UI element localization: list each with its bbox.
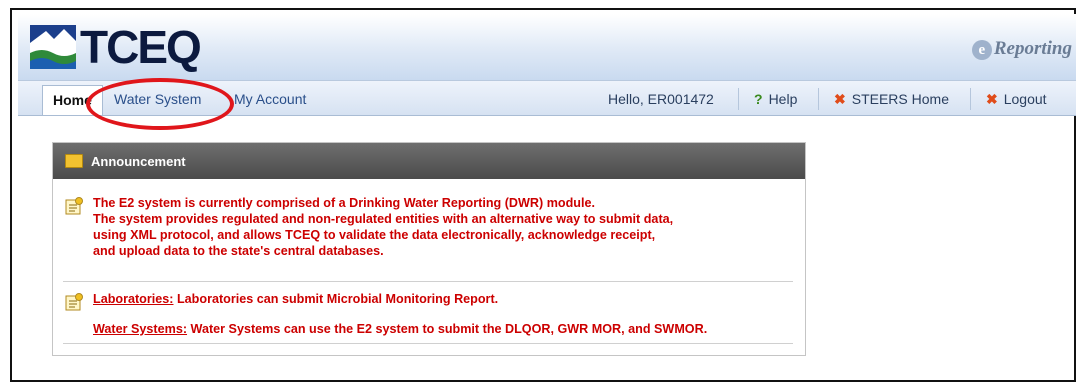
water-systems-text: Water Systems can use the E2 system to s…	[187, 322, 708, 336]
e2-reporting-brand: e Reporting	[971, 38, 1072, 60]
help-question-icon: ?	[754, 91, 763, 107]
section-divider	[63, 281, 793, 282]
announcement-title: Announcement	[91, 153, 186, 169]
laboratories-text: Laboratories can submit Microbial Monito…	[173, 292, 499, 306]
logo-text: TCEQ	[80, 21, 202, 73]
brand-text: Reporting	[993, 38, 1072, 59]
nav-divider	[970, 88, 971, 110]
folder-icon	[65, 154, 83, 168]
laboratories-link[interactable]: Laboratories:	[93, 292, 173, 306]
intro-line: and upload data to the state's central d…	[93, 244, 384, 258]
intro-line: using XML protocol, and allows TCEQ to v…	[93, 228, 656, 242]
announcement-panel: Announcement The E2 system is currently …	[52, 142, 806, 356]
nav-divider	[738, 88, 739, 110]
laboratories-item: Laboratories: Laboratories can submit Mi…	[93, 291, 707, 307]
steers-home-label: STEERS Home	[851, 91, 949, 107]
help-label: Help	[768, 91, 798, 107]
intro-line: The system provides regulated and non-re…	[93, 212, 674, 226]
water-systems-link[interactable]: Water Systems:	[93, 322, 187, 336]
steers-home-icon: ✖	[834, 91, 846, 107]
note-icon	[65, 197, 83, 215]
tceq-logo[interactable]: TCEQ	[30, 21, 202, 73]
steers-home-link[interactable]: ✖ STEERS Home	[834, 85, 949, 115]
site-header: TCEQ e Reporting	[18, 14, 1076, 80]
announcement-intro-text: The E2 system is currently comprised of …	[93, 195, 673, 259]
logout-icon: ✖	[986, 91, 998, 107]
e2-globe-icon: e	[971, 40, 992, 60]
announcement-items-text: Laboratories: Laboratories can submit Mi…	[93, 291, 707, 337]
water-systems-item: Water Systems: Water Systems can use the…	[93, 321, 707, 337]
red-highlight-circle	[86, 78, 234, 130]
note-icon	[65, 293, 83, 311]
announcement-header: Announcement	[53, 143, 805, 179]
tceq-emblem-icon	[30, 25, 76, 69]
logout-link[interactable]: ✖ Logout	[986, 85, 1047, 115]
user-greeting: Hello, ER001472	[608, 91, 714, 107]
tab-my-account[interactable]: My Account	[224, 85, 316, 115]
section-divider	[63, 343, 793, 344]
item-spacer	[93, 307, 707, 321]
intro-line: The E2 system is currently comprised of …	[93, 196, 595, 210]
nav-divider	[818, 88, 819, 110]
logout-label: Logout	[1003, 91, 1047, 107]
help-link[interactable]: ? Help	[754, 85, 797, 115]
announcement-items: Laboratories: Laboratories can submit Mi…	[65, 291, 707, 337]
announcement-intro: The E2 system is currently comprised of …	[65, 195, 673, 259]
